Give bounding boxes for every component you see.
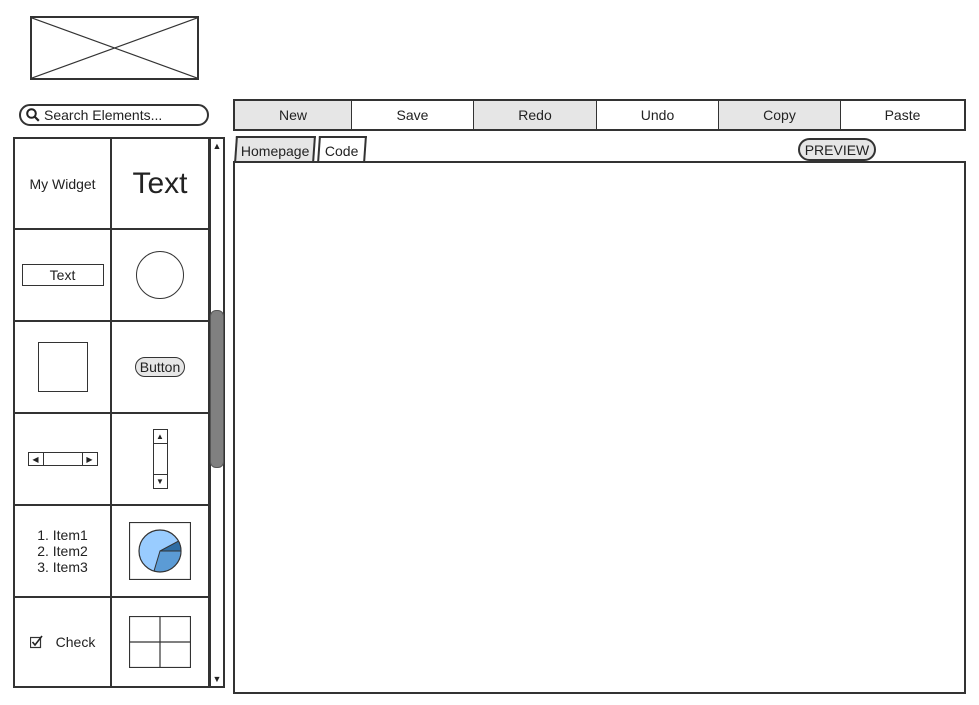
tab-homepage[interactable]: Homepage	[234, 136, 316, 163]
tab-code-label: Code	[325, 142, 359, 159]
pie-chart-icon	[129, 522, 191, 580]
scroll-up-arrow-icon: ▲	[153, 430, 167, 444]
search-icon	[25, 107, 41, 123]
new-button[interactable]: New	[235, 101, 352, 129]
palette-scrollbar[interactable]: ▲ ▼	[209, 137, 225, 688]
text-label: Text	[132, 166, 188, 200]
vertical-scrollbar-icon: ▲ ▼	[152, 429, 168, 489]
scroll-right-arrow-icon: ▶	[81, 453, 97, 465]
search-box[interactable]	[19, 104, 209, 126]
image-placeholder-icon	[32, 18, 197, 78]
scroll-up-arrow-icon[interactable]: ▲	[211, 139, 223, 153]
horizontal-scrollbar-icon: ◀ ▶	[27, 452, 98, 466]
tab-code[interactable]: Code	[317, 136, 367, 163]
checkbox-preview: Check	[29, 634, 96, 650]
scroll-left-arrow-icon: ◀	[29, 453, 44, 465]
list-item: 1. Item1	[37, 527, 88, 543]
button-preview: Button	[134, 357, 186, 377]
list-item: 2. Item2	[37, 543, 88, 559]
scroll-down-arrow-icon[interactable]: ▼	[211, 672, 223, 686]
design-canvas[interactable]	[233, 161, 966, 694]
logo-placeholder	[30, 16, 199, 80]
palette-item-horizontal-scrollbar[interactable]: ◀ ▶	[15, 414, 110, 504]
element-palette: My Widget Text Text Button ◀ ▶ ▲ ▼ 1. It…	[13, 137, 210, 688]
text-input-preview: Text	[21, 264, 104, 286]
tab-homepage-label: Homepage	[240, 142, 310, 159]
palette-item-grid[interactable]	[112, 598, 208, 686]
scroll-down-arrow-icon: ▼	[153, 474, 167, 488]
paste-button[interactable]: Paste	[841, 101, 964, 129]
ordered-list-preview: 1. Item1 2. Item2 3. Item3	[37, 527, 88, 575]
palette-item-checkbox[interactable]: Check	[15, 598, 110, 686]
grid-table-icon	[129, 616, 191, 668]
palette-item-rectangle[interactable]	[15, 322, 110, 412]
search-input[interactable]	[41, 107, 194, 123]
checkbox-icon	[29, 635, 43, 649]
palette-item-button[interactable]: Button	[112, 322, 208, 412]
palette-item-pie-chart[interactable]	[112, 506, 208, 596]
palette-item-text-input[interactable]: Text	[15, 230, 110, 320]
undo-button[interactable]: Undo	[597, 101, 719, 129]
palette-item-vertical-scrollbar[interactable]: ▲ ▼	[112, 414, 208, 504]
palette-item-text[interactable]: Text	[112, 139, 208, 228]
preview-button[interactable]: PREVIEW	[798, 138, 876, 161]
scrollbar-thumb[interactable]	[210, 310, 224, 468]
palette-item-my-widget[interactable]: My Widget	[15, 139, 110, 228]
my-widget-label: My Widget	[29, 175, 96, 192]
list-item: 3. Item3	[37, 559, 88, 575]
palette-item-ordered-list[interactable]: 1. Item1 2. Item2 3. Item3	[15, 506, 110, 596]
save-button[interactable]: Save	[352, 101, 474, 129]
palette-item-circle[interactable]	[112, 230, 208, 320]
copy-button[interactable]: Copy	[719, 101, 841, 129]
toolbar: New Save Redo Undo Copy Paste	[233, 99, 966, 131]
square-shape-icon	[37, 342, 88, 392]
check-label: Check	[55, 634, 96, 650]
redo-button[interactable]: Redo	[474, 101, 597, 129]
circle-shape-icon	[136, 251, 184, 299]
